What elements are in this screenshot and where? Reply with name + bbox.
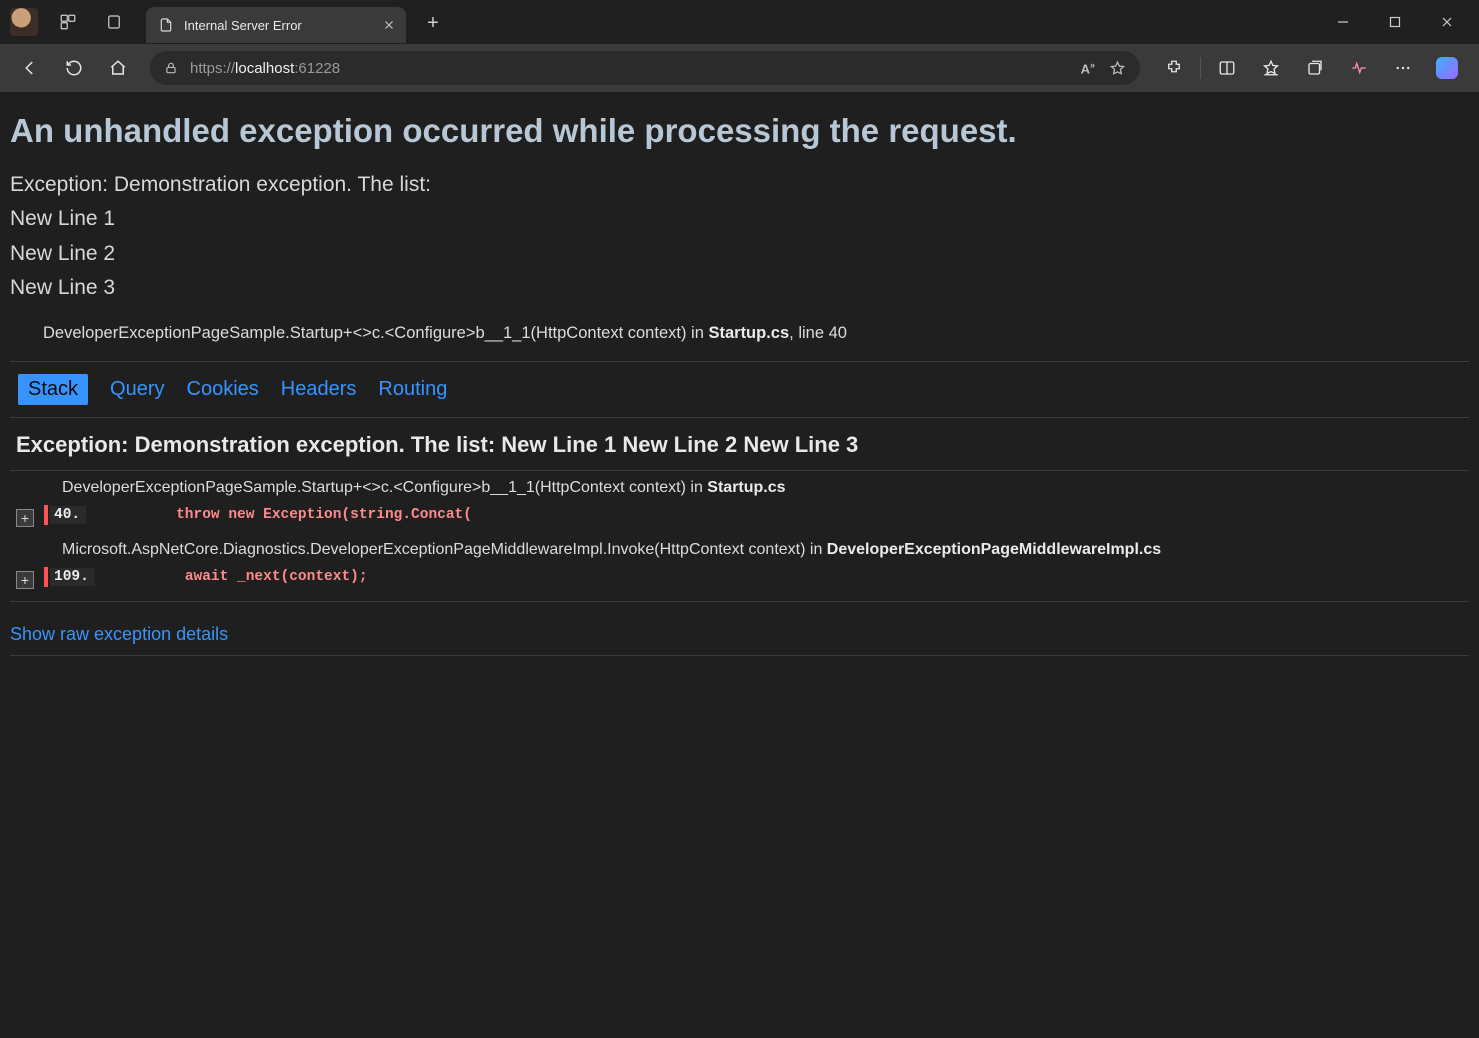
stack-frame: Microsoft.AspNetCore.Diagnostics.Develop… [10, 533, 1469, 595]
favorites-icon[interactable] [1249, 48, 1293, 88]
minimize-button[interactable] [1317, 4, 1369, 40]
page-title: An unhandled exception occurred while pr… [10, 106, 1469, 164]
workspaces-icon[interactable] [48, 2, 88, 42]
tab-stack[interactable]: Stack [18, 374, 88, 405]
star-icon[interactable] [1109, 60, 1126, 77]
collections-icon[interactable] [1293, 48, 1337, 88]
code-marker [44, 505, 48, 525]
expand-frame-button[interactable]: + [16, 571, 34, 589]
exception-origin: DeveloperExceptionPageSample.Startup+<>c… [10, 316, 1469, 359]
separator [10, 655, 1469, 656]
stack-header: Exception: Demonstration exception. The … [10, 420, 1469, 470]
browser-chrome: Internal Server Error + https://localhos… [0, 0, 1479, 92]
new-tab-button[interactable]: + [416, 7, 450, 41]
title-bar: Internal Server Error + [0, 0, 1479, 44]
line-number: 109. [50, 568, 95, 586]
lock-icon [164, 61, 178, 75]
tab-routing[interactable]: Routing [378, 378, 447, 401]
address-bar[interactable]: https://localhost:61228 A» [150, 51, 1140, 85]
separator [10, 361, 1469, 362]
separator [10, 601, 1469, 602]
copilot-button[interactable] [1425, 48, 1469, 88]
maximize-button[interactable] [1369, 4, 1421, 40]
code-snippet: throw new Exception(string.Concat( [86, 507, 472, 523]
tab-query[interactable]: Query [110, 378, 164, 401]
line-number: 40. [50, 506, 86, 524]
frame-method: Microsoft.AspNetCore.Diagnostics.Develop… [44, 541, 1161, 559]
exception-summary: Exception: Demonstration exception. The … [10, 164, 1469, 316]
nav-bar: https://localhost:61228 A» [0, 44, 1479, 92]
exception-line: New Line 1 [10, 202, 1469, 236]
exception-prefix: Exception: Demonstration exception. The … [10, 168, 1469, 202]
refresh-button[interactable] [54, 48, 94, 88]
close-window-button[interactable] [1421, 4, 1473, 40]
url-text: https://localhost:61228 [190, 60, 340, 77]
exception-line: New Line 2 [10, 237, 1469, 271]
code-snippet: await _next(context); [95, 569, 368, 585]
toolbar-divider [1200, 57, 1201, 79]
show-raw-details-link[interactable]: Show raw exception details [10, 602, 228, 655]
detail-tabs: Stack Query Cookies Headers Routing [10, 364, 1469, 415]
scrollbar[interactable] [1465, 192, 1479, 1030]
back-button[interactable] [10, 48, 50, 88]
split-screen-icon[interactable] [1205, 48, 1249, 88]
stack-frame: DeveloperExceptionPageSample.Startup+<>c… [10, 471, 1469, 533]
code-marker [44, 567, 48, 587]
read-aloud-icon[interactable]: A» [1081, 60, 1095, 76]
window-controls [1317, 4, 1473, 40]
toolbar-right [1152, 48, 1469, 88]
document-icon [158, 17, 174, 33]
browser-tab[interactable]: Internal Server Error [146, 7, 406, 43]
frame-method: DeveloperExceptionPageSample.Startup+<>c… [44, 479, 786, 497]
expand-frame-button[interactable]: + [16, 509, 34, 527]
profile-avatar[interactable] [10, 8, 38, 36]
home-button[interactable] [98, 48, 138, 88]
performance-icon[interactable] [1337, 48, 1381, 88]
tab-actions-icon[interactable] [94, 2, 134, 42]
page-content: An unhandled exception occurred while pr… [0, 92, 1479, 1038]
tab-headers[interactable]: Headers [281, 378, 357, 401]
tab-cookies[interactable]: Cookies [187, 378, 259, 401]
exception-line: New Line 3 [10, 271, 1469, 305]
copilot-icon [1436, 57, 1458, 79]
tab-title: Internal Server Error [184, 18, 302, 33]
close-icon[interactable] [382, 18, 396, 32]
separator [10, 417, 1469, 418]
extensions-icon[interactable] [1152, 48, 1196, 88]
more-icon[interactable] [1381, 48, 1425, 88]
